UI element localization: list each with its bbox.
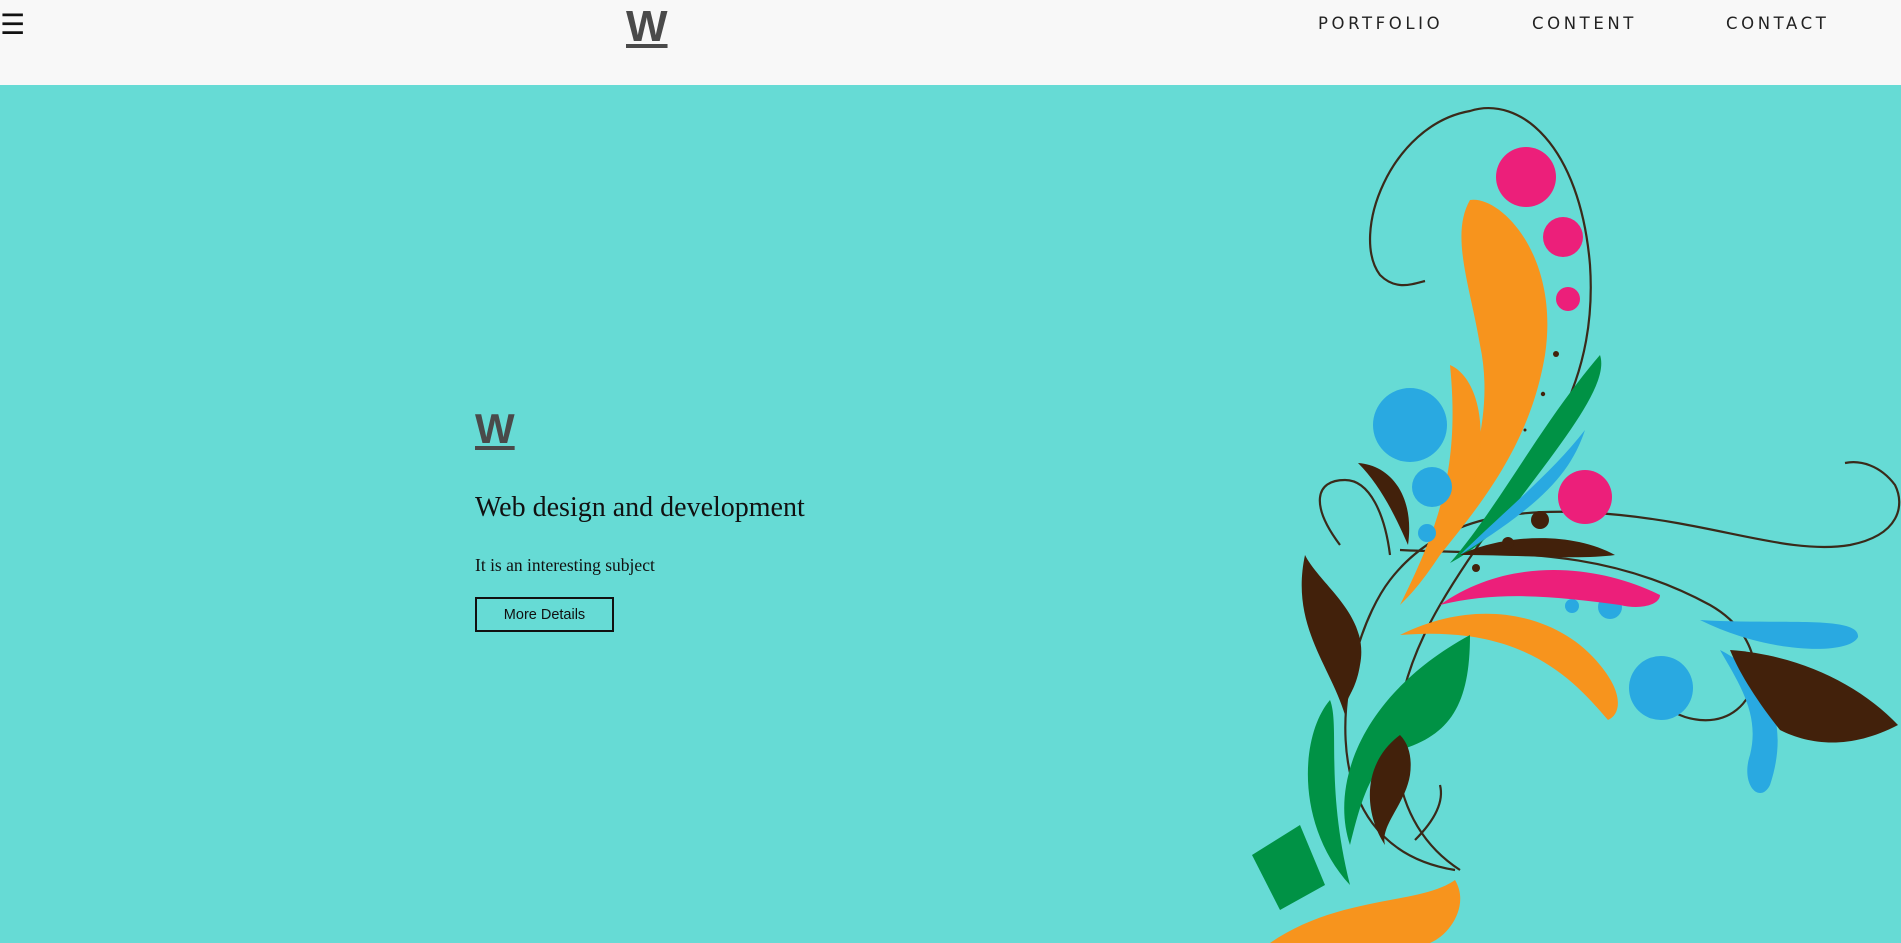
top-navigation-bar: ☰ W PORTFOLIO CONTENT CONTACT bbox=[0, 0, 1901, 85]
hero-section: W Web design and development It is an in… bbox=[0, 85, 1901, 943]
hero-logo: W bbox=[475, 405, 515, 452]
floral-swirl-illustration bbox=[1252, 107, 1901, 943]
hero-subtitle: It is an interesting subject bbox=[475, 555, 655, 575]
site-logo[interactable]: W bbox=[626, 2, 668, 52]
hamburger-menu-icon[interactable]: ☰ bbox=[0, 10, 25, 40]
nav-portfolio-link[interactable]: PORTFOLIO bbox=[1318, 14, 1443, 33]
nav-content-link[interactable]: CONTENT bbox=[1532, 14, 1637, 33]
hero-title: Web design and development bbox=[475, 492, 805, 523]
more-details-button[interactable]: More Details bbox=[475, 597, 614, 632]
nav-contact-link[interactable]: CONTACT bbox=[1726, 14, 1829, 33]
